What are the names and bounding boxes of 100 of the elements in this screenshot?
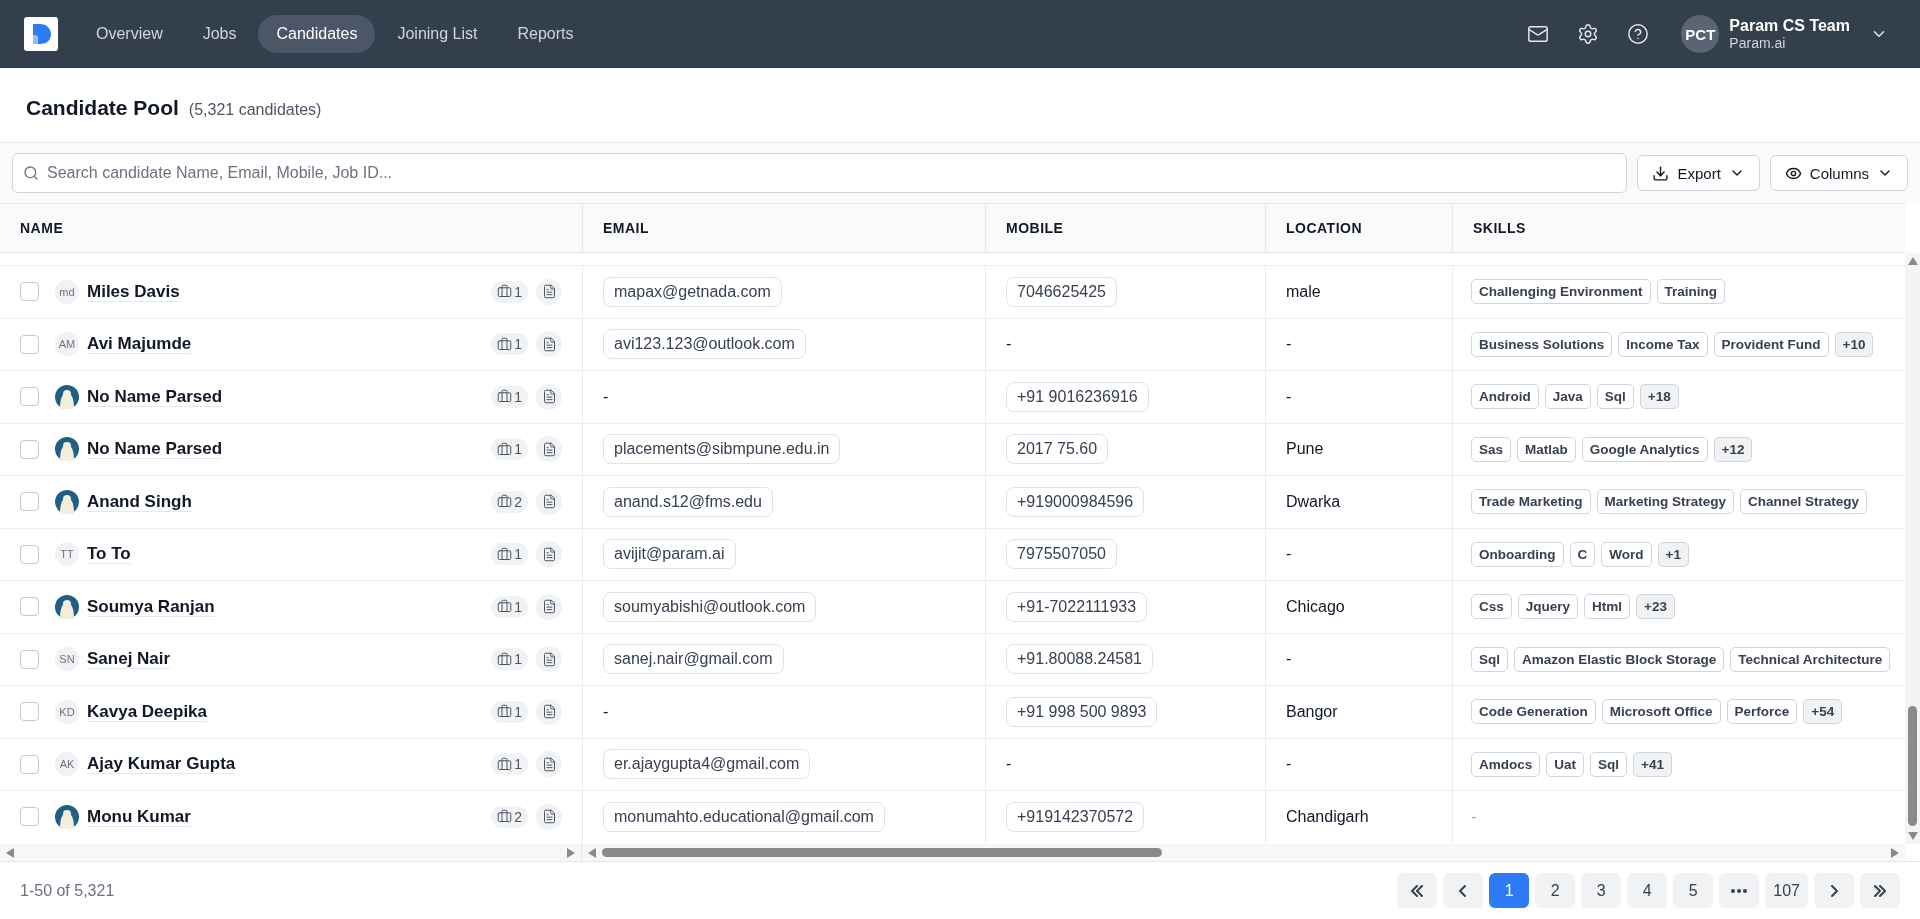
- column-header[interactable]: EMAIL: [603, 220, 650, 236]
- jobs-count-badge[interactable]: 1: [491, 385, 528, 408]
- resume-icon[interactable]: [536, 646, 562, 673]
- skill-tag: Marketing Strategy: [1596, 489, 1735, 515]
- scroll-left-icon[interactable]: [6, 847, 14, 858]
- column-header[interactable]: NAME: [20, 220, 64, 236]
- scrollbar-thumb[interactable]: [602, 848, 1162, 857]
- scroll-right-icon[interactable]: [1891, 847, 1899, 858]
- candidate-name[interactable]: Kavya Deepika: [87, 701, 484, 722]
- candidate-name[interactable]: Avi Majumde: [87, 334, 484, 355]
- column-header[interactable]: SKILLS: [1473, 220, 1526, 236]
- page-button[interactable]: 2: [1535, 873, 1576, 908]
- nav-tab[interactable]: Joining List: [379, 15, 496, 53]
- jobs-count-badge[interactable]: 1: [491, 280, 528, 303]
- candidate-name[interactable]: Sanej Nair: [87, 649, 484, 670]
- jobs-count-badge[interactable]: 1: [491, 700, 528, 723]
- row-checkbox[interactable]: [20, 544, 39, 564]
- resume-icon[interactable]: [536, 698, 562, 725]
- more-skills-tag[interactable]: +23: [1636, 594, 1675, 620]
- resume-icon[interactable]: [536, 278, 562, 305]
- skill-tag: Business Solutions: [1471, 331, 1613, 357]
- logo-icon[interactable]: [24, 17, 58, 51]
- jobs-count-badge[interactable]: 1: [491, 333, 528, 356]
- resume-icon[interactable]: [536, 436, 562, 463]
- avatar-initials: AK: [55, 752, 79, 777]
- mobile-pill: +919142370572: [1006, 801, 1145, 832]
- more-skills-tag[interactable]: +54: [1803, 699, 1843, 725]
- first-page-button[interactable]: [1397, 873, 1438, 908]
- candidate-name[interactable]: Anand Singh: [87, 491, 484, 512]
- jobs-count-badge[interactable]: 1: [491, 543, 528, 566]
- export-button[interactable]: Export: [1637, 155, 1760, 191]
- candidate-name[interactable]: Miles Davis: [87, 281, 484, 302]
- nav-tab[interactable]: Overview: [78, 15, 181, 53]
- user-avatar[interactable]: PCT: [1681, 15, 1720, 53]
- skill-tag: Matlab: [1517, 436, 1576, 462]
- more-skills-tag[interactable]: +10: [1834, 331, 1874, 357]
- avatar-initials: md: [55, 279, 79, 304]
- more-skills-tag[interactable]: +1: [1657, 541, 1689, 567]
- more-pages-button[interactable]: [1719, 873, 1760, 908]
- candidate-name[interactable]: Soumya Ranjan: [87, 596, 484, 617]
- page-button[interactable]: 1: [1489, 873, 1530, 908]
- candidate-name[interactable]: Ajay Kumar Gupta: [87, 754, 484, 775]
- scroll-up-icon[interactable]: [1907, 257, 1918, 265]
- scroll-right-icon[interactable]: [567, 847, 575, 858]
- jobs-count-badge[interactable]: 2: [491, 490, 528, 513]
- row-checkbox[interactable]: [20, 282, 39, 302]
- scroll-down-icon[interactable]: [1907, 832, 1918, 840]
- candidate-name[interactable]: To To: [87, 544, 484, 565]
- page-button[interactable]: 5: [1673, 873, 1714, 908]
- page-button[interactable]: 3: [1581, 873, 1622, 908]
- vertical-scrollbar[interactable]: [1905, 253, 1920, 844]
- skill-tag: Amdocs: [1471, 751, 1541, 777]
- jobs-count-badge[interactable]: 1: [491, 648, 528, 671]
- jobs-count-badge[interactable]: 1: [491, 753, 528, 776]
- resume-icon[interactable]: [536, 803, 562, 830]
- row-checkbox[interactable]: [20, 387, 39, 407]
- column-header[interactable]: LOCATION: [1286, 220, 1363, 236]
- columns-button[interactable]: Columns: [1769, 155, 1908, 191]
- resume-icon[interactable]: [536, 751, 562, 778]
- page-button[interactable]: 107: [1765, 873, 1808, 908]
- nav-tab[interactable]: Jobs: [184, 15, 255, 53]
- search-field[interactable]: Search candidate Name, Email, Mobile, Job ID...: [12, 153, 1628, 193]
- row-checkbox[interactable]: [20, 334, 39, 354]
- candidate-name[interactable]: Monu Kumar: [87, 806, 484, 827]
- page-button[interactable]: 4: [1627, 873, 1668, 908]
- resume-icon[interactable]: [536, 488, 562, 515]
- resume-icon[interactable]: [536, 383, 562, 410]
- next-page-button[interactable]: [1814, 873, 1854, 908]
- skill-tag: Channel Strategy: [1740, 489, 1868, 515]
- nav-tab[interactable]: Reports: [499, 15, 592, 53]
- row-checkbox[interactable]: [20, 597, 39, 617]
- resume-icon[interactable]: [536, 331, 562, 358]
- row-checkbox[interactable]: [20, 492, 39, 512]
- jobs-count-badge[interactable]: 1: [491, 438, 528, 461]
- more-skills-tag[interactable]: +12: [1713, 436, 1753, 462]
- more-skills-tag[interactable]: +18: [1639, 384, 1679, 410]
- skill-tag: Sql: [1590, 751, 1628, 777]
- scroll-left-icon[interactable]: [588, 847, 596, 858]
- more-skills-tag[interactable]: +41: [1633, 751, 1672, 777]
- previous-page-button[interactable]: [1443, 873, 1484, 908]
- row-checkbox[interactable]: [20, 807, 39, 827]
- jobs-count-badge[interactable]: 1: [491, 595, 528, 618]
- row-checkbox[interactable]: [20, 439, 39, 459]
- location-text: Bangor: [1286, 702, 1338, 721]
- column-header[interactable]: MOBILE: [1006, 220, 1064, 236]
- row-checkbox[interactable]: [20, 754, 39, 774]
- row-checkbox[interactable]: [20, 649, 39, 669]
- candidate-name[interactable]: No Name Parsed: [87, 386, 484, 407]
- jobs-count-badge[interactable]: 2: [491, 805, 528, 828]
- candidate-name[interactable]: No Name Parsed: [87, 439, 484, 460]
- resume-icon[interactable]: [536, 593, 562, 620]
- nav-tab[interactable]: Candidates: [258, 15, 376, 53]
- email-pill: sanej.nair@gmail.com: [603, 644, 784, 675]
- row-checkbox[interactable]: [20, 702, 39, 722]
- scrollbar-thumb[interactable]: [1908, 706, 1917, 826]
- location-text: Dwarka: [1286, 492, 1341, 511]
- chevron-left-icon: [1459, 884, 1468, 897]
- resume-icon[interactable]: [536, 541, 562, 568]
- last-page-button[interactable]: [1860, 873, 1900, 908]
- pagination-range: 1-50 of 5,321: [20, 881, 116, 900]
